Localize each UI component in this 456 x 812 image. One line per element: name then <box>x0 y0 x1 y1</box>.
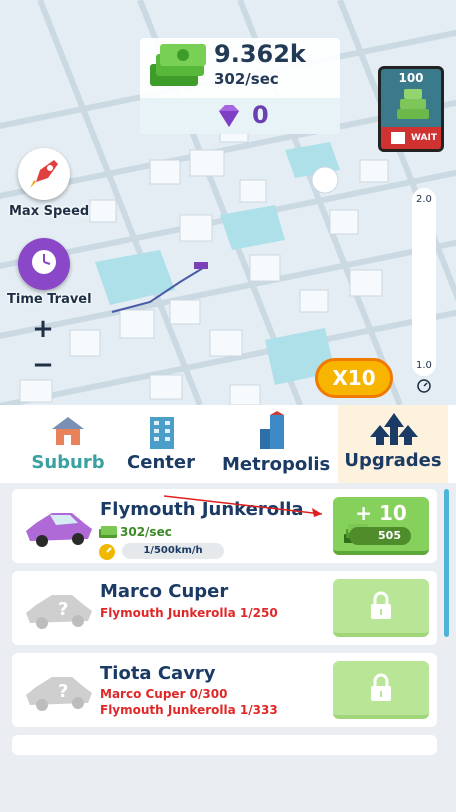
car-income-rate: 302/sec <box>120 525 172 539</box>
category-tabs: Suburb Center Metropolis Upgrades <box>0 405 456 483</box>
speedometer-icon <box>417 379 431 393</box>
buy-quantity-label: + 10 <box>355 501 407 525</box>
tab-suburb-label: Suburb <box>31 452 105 473</box>
lock-icon <box>371 673 391 701</box>
money-value: 9.362k <box>214 40 306 68</box>
house-icon <box>52 417 84 445</box>
annotation-arrow <box>163 495 323 517</box>
skyscraper-icon <box>260 411 284 449</box>
car-requirement: Flymouth Junkerolla 1/250 <box>100 606 278 620</box>
locked-car-button[interactable] <box>333 661 429 719</box>
x10-multiplier-button[interactable]: X10 <box>315 358 393 398</box>
car-card-tiota-cavry: ? Tiota Cavry Marco Cuper 0/300 Flymouth… <box>12 653 437 727</box>
svg-text:?: ? <box>58 681 68 702</box>
max-speed-label: Max Speed <box>9 204 90 219</box>
locked-car-silhouette: ? <box>26 677 92 711</box>
speed-slider[interactable]: 2.0 1.0 <box>412 188 436 376</box>
speed-slider-max-label: 2.0 <box>416 194 432 205</box>
buy-car-button[interactable]: + 10 505 <box>333 497 429 555</box>
list-scrollbar[interactable] <box>444 489 449 637</box>
car-name: Marco Cuper <box>100 581 229 602</box>
tab-upgrades[interactable]: Upgrades <box>338 405 448 483</box>
max-speed-button[interactable] <box>18 148 70 200</box>
zoom-out-button[interactable]: − <box>28 350 58 380</box>
tab-metropolis[interactable]: Metropolis <box>222 405 331 483</box>
tab-center[interactable]: Center <box>118 405 204 483</box>
svg-text:?: ? <box>58 599 68 620</box>
car-speed-bar: 1/500km/h <box>122 543 224 559</box>
lock-icon <box>371 591 391 619</box>
car-image-purple <box>26 513 92 547</box>
tab-metropolis-label: Metropolis <box>222 454 331 475</box>
gem-count: 0 <box>252 101 269 129</box>
clock-pin-icon <box>32 250 56 274</box>
tab-suburb[interactable]: Suburb <box>24 405 112 483</box>
tab-center-label: Center <box>127 452 195 473</box>
speed-badge-icon <box>99 544 115 560</box>
car-list: Flymouth Junkerolla 302/sec 1/500km/h + … <box>0 483 456 812</box>
cash-icon <box>99 526 117 538</box>
tab-upgrades-label: Upgrades <box>344 450 442 471</box>
locked-car-silhouette: ? <box>26 595 92 629</box>
cash-stack-icon <box>150 44 206 86</box>
buy-cost-value: 505 <box>349 527 411 545</box>
ad-reward-amount: 100 <box>398 71 424 85</box>
money-panel: 9.362k 302/sec 0 <box>140 38 340 134</box>
car-requirement: Marco Cuper 0/300 <box>100 687 228 701</box>
ad-reward-card[interactable]: 100 WAIT <box>378 66 444 152</box>
gem-icon <box>219 105 239 127</box>
car-card-next <box>12 735 437 755</box>
car-requirement: Flymouth Junkerolla 1/333 <box>100 703 278 717</box>
cash-pile-icon <box>397 89 429 119</box>
city-map[interactable]: 9.362k 302/sec 0 100 WAIT Max Speed Time… <box>0 0 456 405</box>
zoom-in-button[interactable]: + <box>28 314 58 344</box>
upgrade-arrows-icon <box>370 413 418 445</box>
money-rate: 302/sec <box>214 70 279 88</box>
car-name: Tiota Cavry <box>100 663 216 684</box>
time-travel-button[interactable] <box>18 238 70 290</box>
speed-slider-min-label: 1.0 <box>416 360 432 371</box>
video-clapper-icon <box>391 132 405 144</box>
gem-row: 0 <box>140 98 340 134</box>
rocket-icon <box>30 160 58 188</box>
office-building-icon <box>150 417 174 449</box>
locked-car-button[interactable] <box>333 579 429 637</box>
time-travel-label: Time Travel <box>7 292 92 307</box>
car-card-marco-cuper: ? Marco Cuper Flymouth Junkerolla 1/250 <box>12 571 437 645</box>
